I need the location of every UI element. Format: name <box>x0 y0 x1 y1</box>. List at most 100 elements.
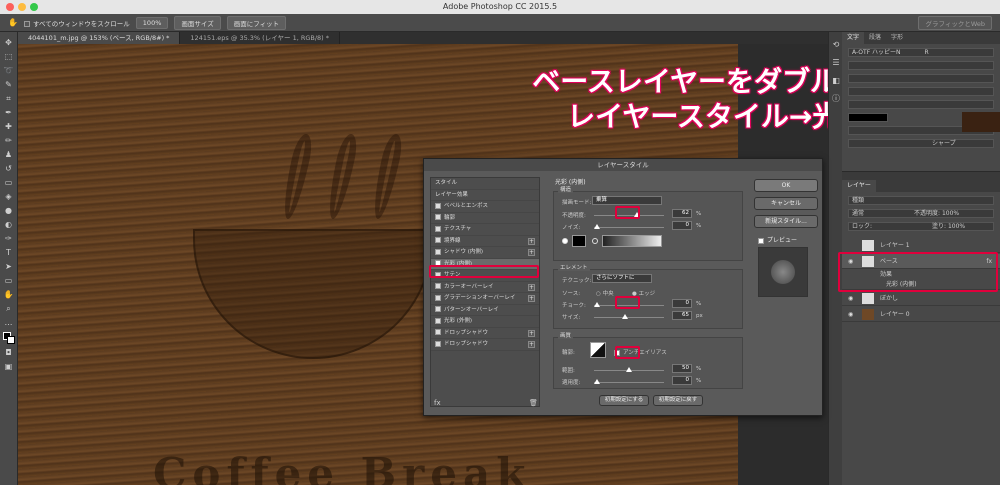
healing-tool-icon[interactable]: ✚ <box>4 122 14 132</box>
style-checkbox[interactable] <box>435 237 441 243</box>
fill-screen-button[interactable]: 画面にフィット <box>226 15 287 30</box>
quick-mask-icon[interactable]: ◘ <box>4 348 14 358</box>
marquee-tool-icon[interactable]: ⬚ <box>4 52 14 62</box>
layer-row[interactable]: ◉ ぼかし <box>842 291 1000 306</box>
color-swatches[interactable] <box>2 332 15 344</box>
style-list-item[interactable]: パターンオーバーレイ <box>431 305 539 316</box>
info-icon[interactable]: ⓘ <box>831 94 841 104</box>
tab-character[interactable]: 文字 <box>842 32 865 44</box>
style-list-item[interactable]: ドロップシャドウ + <box>431 328 539 339</box>
glow-color-swatch[interactable] <box>572 235 586 247</box>
add-effect-icon[interactable]: + <box>528 237 535 245</box>
style-list-item[interactable]: レイヤー効果 <box>431 190 539 201</box>
path-select-tool-icon[interactable]: ➤ <box>4 262 14 272</box>
new-style-button[interactable]: 新規スタイル... <box>754 215 818 228</box>
text-color-swatch[interactable] <box>848 113 888 122</box>
style-list-item[interactable]: スタイル <box>431 178 539 190</box>
noise-slider[interactable] <box>594 224 664 229</box>
range-field[interactable]: 50 <box>672 364 692 373</box>
style-list-item[interactable]: シャドウ (内側) + <box>431 247 539 259</box>
style-checkbox[interactable] <box>435 225 441 232</box>
style-list-item[interactable]: ベベルとエンボス <box>431 201 539 213</box>
glow-gradient-swatch[interactable] <box>602 235 662 247</box>
add-effect-icon[interactable]: + <box>528 329 535 337</box>
size-slider-knob[interactable] <box>622 314 628 319</box>
jitter-slider-knob[interactable] <box>594 379 600 384</box>
add-effect-icon[interactable]: + <box>528 283 535 291</box>
preview-checkbox[interactable]: プレビュー <box>758 235 797 244</box>
eraser-tool-icon[interactable]: ▭ <box>4 178 14 188</box>
style-checkbox[interactable] <box>435 202 441 209</box>
style-checkbox[interactable] <box>435 329 441 335</box>
style-list-item[interactable]: グラデーションオーバーレイ + <box>431 293 539 305</box>
contour-picker[interactable] <box>590 342 606 358</box>
visibility-eye-icon[interactable]: ◉ <box>848 307 853 322</box>
dodge-tool-icon[interactable]: ◐ <box>4 220 14 230</box>
layer-row[interactable]: ◉ レイヤー 0 <box>842 307 1000 322</box>
eyedropper-tool-icon[interactable]: ✒ <box>4 108 14 118</box>
style-checkbox[interactable] <box>435 294 441 301</box>
jitter-slider[interactable] <box>594 379 664 384</box>
range-slider[interactable] <box>594 367 664 372</box>
style-checkbox[interactable] <box>435 283 441 289</box>
type-tool-icon[interactable]: T <box>4 248 14 258</box>
adjustments-icon[interactable]: ◧ <box>831 76 841 86</box>
properties-icon[interactable]: ☰ <box>831 58 841 68</box>
minimize-window-button[interactable] <box>18 3 26 11</box>
screen-mode-icon[interactable]: ▣ <box>4 362 14 372</box>
fx-menu-icon[interactable]: fx <box>434 399 441 407</box>
scale-field[interactable] <box>848 87 994 96</box>
crop-tool-icon[interactable]: ⌗ <box>4 94 14 104</box>
doc-tab[interactable]: 124151.eps @ 35.3% (レイヤー 1, RGB/8) * <box>180 32 341 44</box>
choke-field[interactable]: 0 <box>672 299 692 308</box>
blur-tool-icon[interactable]: ● <box>4 206 14 216</box>
lasso-tool-icon[interactable]: ➰ <box>4 66 14 76</box>
style-list-item[interactable]: 光彩 (外側) <box>431 316 539 328</box>
zoom-100-button[interactable]: 100% <box>135 16 169 29</box>
zoom-window-button[interactable] <box>30 3 38 11</box>
add-effect-icon[interactable]: + <box>528 295 535 302</box>
source-center-radio[interactable]: ○ 中央 <box>596 289 614 297</box>
style-list-item[interactable]: カラーオーバーレイ + <box>431 282 539 293</box>
font-size-field[interactable] <box>848 61 994 70</box>
choke-slider-knob[interactable] <box>594 302 600 307</box>
jitter-field[interactable]: 0 <box>672 376 692 385</box>
style-list-item[interactable]: 輪郭 <box>431 213 539 224</box>
style-list-item[interactable]: テクスチャ <box>431 224 539 236</box>
lock-row[interactable]: ロック: 塗り: 100% <box>848 222 994 231</box>
blend-mode-select[interactable]: 乗算 <box>592 196 662 205</box>
tab-glyphs[interactable]: 字形 <box>886 32 908 44</box>
range-slider-knob[interactable] <box>626 367 632 372</box>
technique-select[interactable]: さらにソフトに <box>592 274 652 283</box>
scroll-all-option[interactable]: すべてのウィンドウをスクロール <box>24 18 130 28</box>
more-tools-icon[interactable]: … <box>4 318 14 328</box>
layer-row[interactable]: レイヤー 1 <box>842 238 1000 253</box>
history-brush-icon[interactable]: ↺ <box>4 164 14 174</box>
fit-screen-button[interactable]: 画面サイズ <box>174 15 221 30</box>
baseline-field[interactable] <box>848 100 994 109</box>
hand-tool-icon[interactable]: ✋ <box>4 290 14 300</box>
tracking-field[interactable] <box>848 74 994 83</box>
noise-slider-knob[interactable] <box>594 224 600 229</box>
layer-filter[interactable]: 種類 <box>848 196 994 205</box>
color-radio[interactable] <box>562 238 568 244</box>
doc-tab-active[interactable]: 4044101_m.jpg @ 153% (ベース, RGB/8#) * <box>18 32 181 44</box>
layers-tab[interactable]: レイヤー <box>842 180 876 192</box>
style-checkbox[interactable] <box>435 306 441 312</box>
visibility-eye-icon[interactable]: ◉ <box>848 291 853 306</box>
font-family-select[interactable]: A-OTF ハッピーN R <box>848 48 994 57</box>
zoom-tool-icon[interactable]: ⌕ <box>4 304 14 314</box>
style-checkbox[interactable] <box>435 340 441 347</box>
size-slider[interactable] <box>594 314 664 319</box>
style-checkbox[interactable] <box>435 248 441 255</box>
stamp-tool-icon[interactable]: ♟ <box>4 150 14 160</box>
tab-paragraph[interactable]: 段落 <box>864 32 886 44</box>
pen-tool-icon[interactable]: ✑ <box>4 234 14 244</box>
close-window-button[interactable] <box>6 3 14 11</box>
move-tool-icon[interactable]: ✥ <box>4 38 14 48</box>
reset-default-button[interactable]: 初期設定に戻す <box>653 395 703 406</box>
style-list-item[interactable]: 境界線 + <box>431 236 539 247</box>
blend-mode-select[interactable]: 通常 不透明度: 100% <box>848 209 994 218</box>
add-effect-icon[interactable]: + <box>528 249 535 256</box>
add-effect-icon[interactable]: + <box>528 341 535 348</box>
